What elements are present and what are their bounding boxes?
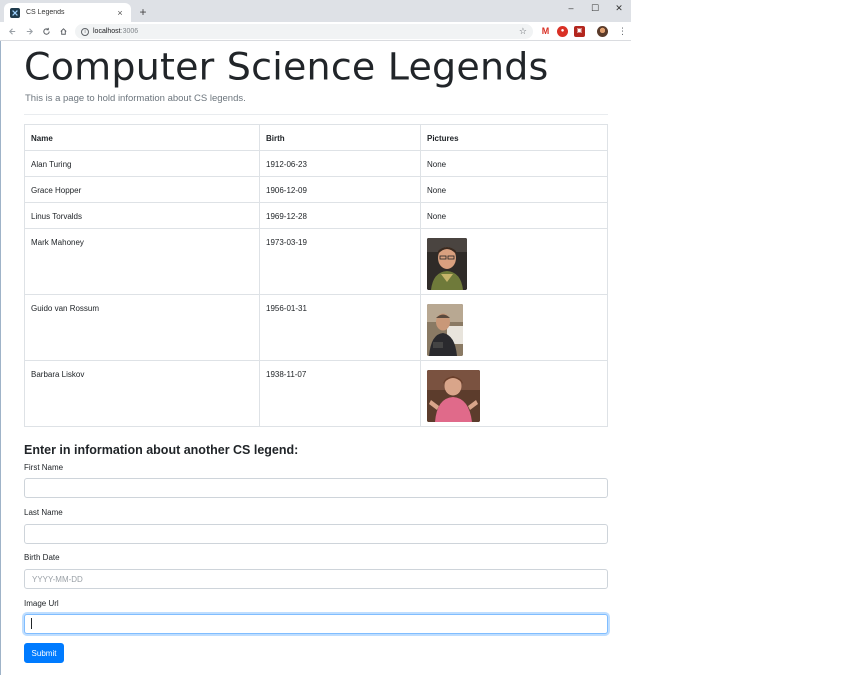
cell-birth: 1912-06-23 — [259, 150, 421, 177]
browser-chrome: CS Legends × + – ☐ ✕ i localhost:3006 ☆ … — [0, 0, 631, 41]
info-icon[interactable]: i — [81, 27, 89, 36]
table-row: Grace Hopper 1906-12-09 None — [24, 176, 608, 203]
form-heading: Enter in information about another CS le… — [24, 443, 299, 457]
table-row: Linus Torvalds 1969-12-28 None — [24, 202, 608, 229]
extension-icon[interactable]: ▣ — [574, 26, 585, 37]
cell-birth: 1969-12-28 — [259, 202, 421, 229]
text-caret — [31, 618, 32, 629]
page-edge — [0, 41, 1, 675]
cell-picture: None — [420, 202, 608, 229]
first-name-input[interactable] — [24, 478, 608, 498]
cell-picture: None — [420, 150, 608, 177]
browser-toolbar: i localhost:3006 ☆ M ● ▣ ⋮ — [0, 22, 631, 41]
cell-picture — [420, 294, 608, 361]
birth-date-input[interactable] — [24, 569, 608, 589]
back-button[interactable] — [4, 23, 20, 39]
url-host: localhost — [93, 28, 121, 35]
image-url-label: Image Url — [24, 599, 59, 608]
last-name-input[interactable] — [24, 524, 608, 544]
portrait-guido-van-rossum — [427, 304, 463, 356]
new-tab-button[interactable]: + — [136, 5, 150, 19]
page-lead: This is a page to hold information about… — [25, 93, 246, 104]
cell-name: Mark Mahoney — [24, 228, 260, 295]
table-header-row: Name Birth Pictures — [24, 124, 608, 151]
table-row: Mark Mahoney 1973-03-19 — [24, 228, 608, 295]
page-title: Computer Science Legends — [24, 45, 549, 89]
cell-name: Barbara Liskov — [24, 360, 260, 427]
birth-date-label: Birth Date — [24, 553, 60, 562]
first-name-label: First Name — [24, 463, 64, 472]
portrait-mark-mahoney — [427, 238, 467, 290]
extension-icons: M ● ▣ ⋮ — [540, 26, 627, 37]
adblock-icon[interactable]: ● — [557, 26, 568, 37]
cell-birth: 1973-03-19 — [259, 228, 421, 295]
cell-picture — [420, 360, 608, 427]
portrait-barbara-liskov — [427, 370, 480, 422]
cell-name: Grace Hopper — [24, 176, 260, 203]
gmail-icon[interactable]: M — [540, 26, 551, 37]
reload-icon — [42, 27, 50, 35]
tab-strip: CS Legends × + – ☐ ✕ — [0, 0, 631, 22]
header-name: Name — [24, 124, 260, 151]
tab-title: CS Legends — [26, 9, 65, 16]
cell-picture: None — [420, 176, 608, 203]
browser-menu-icon[interactable]: ⋮ — [618, 26, 627, 37]
submit-button[interactable]: Submit — [24, 643, 64, 663]
table-row: Alan Turing 1912-06-23 None — [24, 150, 608, 177]
cell-birth: 1938-11-07 — [259, 360, 421, 427]
image-url-input[interactable] — [24, 614, 608, 634]
cell-name: Linus Torvalds — [24, 202, 260, 229]
url-port: :3006 — [120, 28, 139, 35]
forward-button[interactable] — [21, 23, 37, 39]
image-url-wrapper — [24, 614, 608, 634]
home-icon — [59, 27, 67, 35]
header-birth: Birth — [259, 124, 421, 151]
home-button[interactable] — [55, 23, 71, 39]
url-text: localhost:3006 — [93, 28, 138, 35]
cell-picture — [420, 228, 608, 295]
cell-birth: 1906-12-09 — [259, 176, 421, 203]
tab-close-icon[interactable]: × — [115, 8, 125, 18]
browser-tab[interactable]: CS Legends × — [4, 3, 131, 22]
header-pictures: Pictures — [420, 124, 608, 151]
window-controls: – ☐ ✕ — [559, 0, 631, 16]
back-arrow-icon — [8, 27, 15, 35]
bookmark-star-icon[interactable]: ☆ — [519, 26, 527, 37]
cell-name: Guido van Rossum — [24, 294, 260, 361]
forward-arrow-icon — [26, 27, 33, 35]
favicon-icon — [10, 7, 20, 18]
minimize-button[interactable]: – — [559, 0, 583, 16]
reload-button[interactable] — [38, 23, 54, 39]
divider — [24, 114, 608, 115]
cell-name: Alan Turing — [24, 150, 260, 177]
legends-table: Name Birth Pictures Alan Turing 1912-06-… — [24, 124, 608, 427]
cell-birth: 1956-01-31 — [259, 294, 421, 361]
address-bar[interactable]: i localhost:3006 ☆ — [75, 24, 533, 39]
table-row: Barbara Liskov 1938-11-07 — [24, 360, 608, 427]
last-name-label: Last Name — [24, 508, 63, 517]
table-row: Guido van Rossum 1956-01-31 — [24, 294, 608, 361]
maximize-button[interactable]: ☐ — [583, 0, 607, 16]
close-window-button[interactable]: ✕ — [607, 0, 631, 16]
profile-avatar[interactable] — [597, 26, 608, 37]
